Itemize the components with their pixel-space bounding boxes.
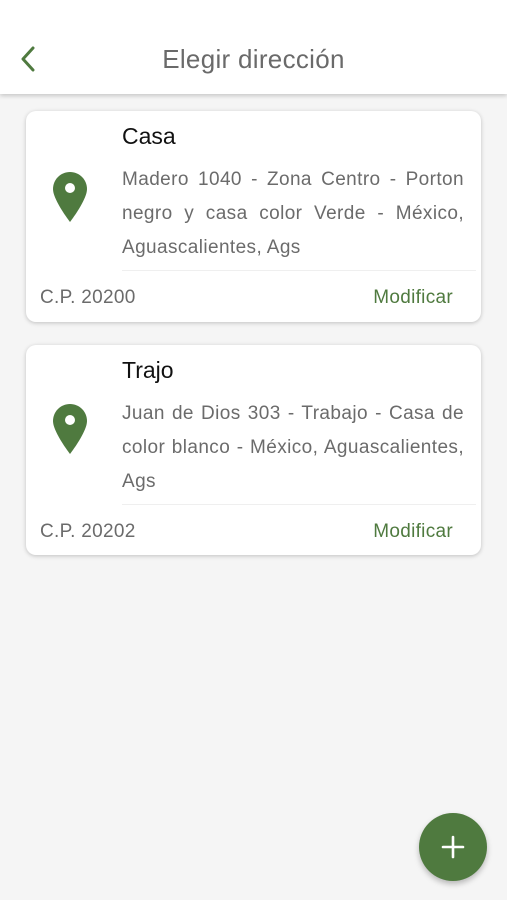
address-name: Trajo	[122, 357, 174, 383]
add-address-button[interactable]	[419, 813, 487, 881]
divider	[122, 504, 476, 505]
map-pin-icon	[53, 404, 87, 454]
screen: Elegir dirección Casa Madero 1040 - Zona…	[0, 0, 507, 900]
address-card-casa[interactable]: Casa Madero 1040 - Zona Centro - Porton …	[26, 111, 481, 322]
app-bar: Elegir dirección	[0, 0, 507, 94]
address-name: Casa	[122, 123, 176, 149]
address-text: Madero 1040 - Zona Centro - Porton negro…	[122, 169, 464, 258]
address-card-trajo[interactable]: Trajo Juan de Dios 303 - Trabajo - Casa …	[26, 345, 481, 555]
modify-button[interactable]: Modificar	[373, 287, 453, 309]
page-title: Elegir dirección	[162, 44, 345, 74]
postal-code: C.P. 20200	[40, 287, 136, 308]
modify-button[interactable]: Modificar	[373, 521, 453, 543]
map-pin-icon	[53, 172, 87, 222]
divider	[122, 270, 476, 271]
plus-icon	[441, 835, 465, 859]
postal-code: C.P. 20202	[40, 521, 136, 542]
address-text: Juan de Dios 303 - Trabajo - Casa de col…	[122, 403, 464, 492]
